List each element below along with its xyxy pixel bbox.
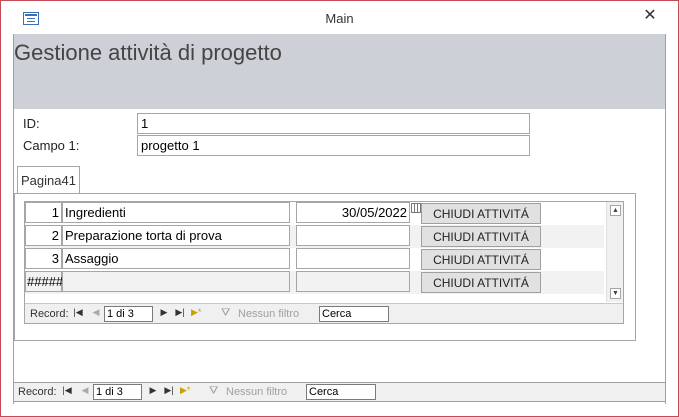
activity-date[interactable] (296, 225, 410, 246)
tab-pagina41[interactable]: Pagina41 (17, 166, 80, 193)
activity-description[interactable] (62, 271, 290, 292)
first-record-icon[interactable]: |◀ (62, 385, 72, 396)
id-field[interactable]: 1 (137, 113, 530, 134)
last-record-icon[interactable]: ▶| (164, 385, 174, 396)
activity-date[interactable]: 30/05/2022 (296, 202, 410, 223)
main-record-navigator: Record: |◀ ◀ 1 di 3 ▶ ▶| ▶* ⛛ Nessun fil… (13, 382, 666, 402)
filter-icon[interactable]: ⛛ (209, 385, 223, 398)
tab-page: 1 Ingredienti 30/05/2022 CHIUDI ATTIVITÁ… (14, 193, 636, 341)
access-form-window: Main ✕ Gestione attività di progetto ID:… (0, 0, 679, 417)
new-record-icon[interactable]: ▶* (180, 385, 190, 396)
previous-record-icon[interactable]: ◀ (80, 385, 90, 396)
window-title: Main (325, 11, 354, 26)
campo1-field[interactable]: progetto 1 (137, 135, 530, 156)
scroll-down-icon[interactable]: ▼ (610, 288, 621, 299)
filter-icon[interactable]: ⛛ (221, 307, 235, 320)
close-activity-button[interactable]: CHIUDI ATTIVITÁ (421, 226, 541, 247)
row-number[interactable]: 2 (25, 225, 62, 246)
form-body: Gestione attività di progetto ID: 1 Camp… (13, 34, 666, 404)
record-position-field[interactable]: 1 di 3 (104, 306, 153, 322)
activity-description[interactable]: Preparazione torta di prova (62, 225, 290, 246)
activity-description[interactable]: Ingredienti (62, 202, 290, 223)
search-input[interactable]: Cerca (319, 306, 389, 322)
title-bar: Main ✕ (1, 1, 678, 33)
row-number[interactable]: 3 (25, 248, 62, 269)
new-record-row: ##### CHIUDI ATTIVITÁ (25, 271, 604, 294)
activities-subform: 1 Ingredienti 30/05/2022 CHIUDI ATTIVITÁ… (24, 201, 624, 324)
activity-date[interactable] (296, 271, 410, 292)
record-label: Record: (18, 386, 57, 398)
record-label: Record: (30, 308, 69, 320)
form-header: Gestione attività di progetto (14, 34, 665, 109)
activity-description[interactable]: Assaggio (62, 248, 290, 269)
previous-record-icon[interactable]: ◀ (91, 307, 101, 318)
table-row: 3 Assaggio CHIUDI ATTIVITÁ (25, 248, 604, 271)
subform-record-navigator: Record: |◀ ◀ 1 di 3 ▶ ▶| ▶* ⛛ Nessun fil… (25, 303, 623, 323)
subform-scrollbar[interactable]: ▲ ▼ (606, 202, 623, 302)
page-title: Gestione attività di progetto (14, 40, 282, 65)
close-icon[interactable]: ✕ (641, 7, 659, 25)
record-position-field[interactable]: 1 di 3 (93, 384, 142, 400)
new-record-icon[interactable]: ▶* (191, 307, 201, 318)
filter-status[interactable]: Nessun filtro (238, 308, 299, 320)
row-number[interactable]: 1 (25, 202, 62, 223)
table-row: 1 Ingredienti 30/05/2022 CHIUDI ATTIVITÁ (25, 202, 604, 225)
close-activity-button[interactable]: CHIUDI ATTIVITÁ (421, 203, 541, 224)
calendar-icon[interactable] (411, 203, 421, 213)
next-record-icon[interactable]: ▶ (148, 385, 158, 396)
scroll-up-icon[interactable]: ▲ (610, 205, 621, 216)
next-record-icon[interactable]: ▶ (159, 307, 169, 318)
activity-date[interactable] (296, 248, 410, 269)
filter-status[interactable]: Nessun filtro (226, 386, 287, 398)
campo1-label: Campo 1: (23, 138, 80, 153)
search-input[interactable]: Cerca (306, 384, 376, 400)
table-row: 2 Preparazione torta di prova CHIUDI ATT… (25, 225, 604, 248)
last-record-icon[interactable]: ▶| (175, 307, 185, 318)
id-label: ID: (23, 116, 40, 131)
close-activity-button[interactable]: CHIUDI ATTIVITÁ (421, 272, 541, 293)
row-number[interactable]: ##### (25, 271, 63, 292)
first-record-icon[interactable]: |◀ (73, 307, 83, 318)
close-activity-button[interactable]: CHIUDI ATTIVITÁ (421, 249, 541, 270)
